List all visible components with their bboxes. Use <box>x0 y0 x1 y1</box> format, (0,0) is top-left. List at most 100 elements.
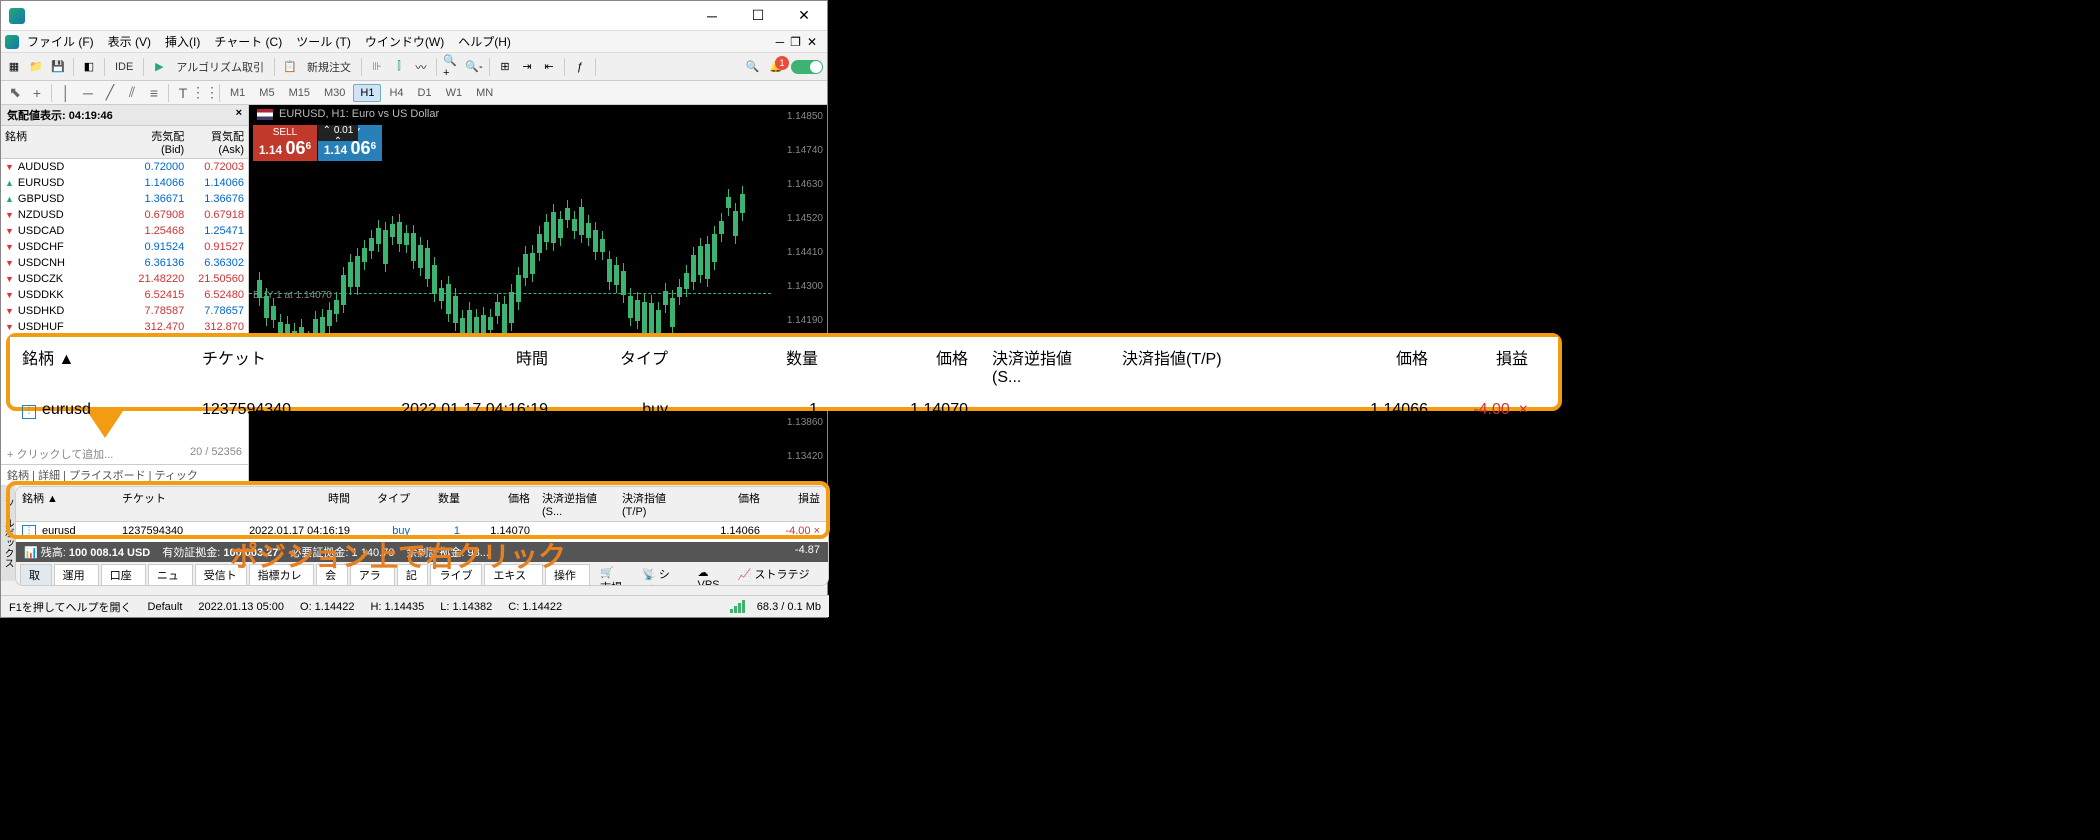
tab-exposure[interactable]: 運用比率 <box>54 564 99 586</box>
chart-flag-icon <box>257 109 273 120</box>
algo-trading-button[interactable]: アルゴリズム取引 <box>172 57 268 77</box>
profile-name[interactable]: Default <box>148 601 183 613</box>
app-window: ─ ☐ ✕ ファイル (F) 表示 (V) 挿入(I) チャート (C) ツール… <box>0 0 828 618</box>
mw-row-gbpusd[interactable]: ▲ GBPUSD1.366711.36676 <box>1 191 248 207</box>
tf-h1[interactable]: H1 <box>353 84 381 102</box>
tab-vps[interactable]: VPS <box>698 579 720 586</box>
annotation-text: ポジション上で右クリック <box>230 535 566 575</box>
price-tick: 1.14520 <box>787 213 823 224</box>
tf-d1[interactable]: D1 <box>412 85 438 101</box>
menu-tools[interactable]: ツール (T) <box>290 31 357 52</box>
tb-col-price2[interactable]: 価格 <box>696 487 766 521</box>
menu-help[interactable]: ヘルプ(H) <box>452 31 517 52</box>
mw-row-usdhkd[interactable]: ▼ USDHKD7.785877.78657 <box>1 303 248 319</box>
cb-col-sl: 決済逆指値(S... <box>980 337 1110 395</box>
mdi-restore-icon[interactable]: ❐ <box>790 35 801 49</box>
menu-chart[interactable]: チャート (C) <box>208 31 288 52</box>
cb-col-price2: 価格 <box>1260 337 1440 395</box>
indicators-icon[interactable]: ƒ <box>571 58 589 76</box>
mw-row-usdczk[interactable]: ▼ USDCZK21.4822021.50560 <box>1 271 248 287</box>
fibo-icon[interactable]: ≡ <box>144 83 164 103</box>
position-icon: ⫶ <box>22 525 36 539</box>
menu-insert[interactable]: 挿入(I) <box>159 31 206 52</box>
tab-trade[interactable]: 取引 <box>20 564 52 586</box>
grid-icon[interactable]: ⊞ <box>496 58 514 76</box>
close-button[interactable]: ✕ <box>781 1 827 31</box>
folder-icon[interactable]: 📁 <box>27 58 45 76</box>
tab-history[interactable]: 口座履歴 <box>101 564 146 586</box>
cursor-icon[interactable]: ⬉ <box>5 83 25 103</box>
tb-col-sl[interactable]: 決済逆指値(S... <box>536 487 616 521</box>
status-low: L: 1.14382 <box>440 601 492 613</box>
tb-col-volume[interactable]: 数量 <box>416 487 466 521</box>
mw-col-bid[interactable]: 売気配(Bid) <box>128 126 188 158</box>
tb-col-pl[interactable]: 損益 <box>766 487 826 521</box>
zoom-in-icon[interactable]: 🔍+ <box>443 58 461 76</box>
ide-button[interactable]: IDE <box>111 59 137 75</box>
tf-m1[interactable]: M1 <box>224 85 251 101</box>
save-icon[interactable]: 💾 <box>49 58 67 76</box>
bar-chart-icon[interactable]: ⊪ <box>368 58 386 76</box>
connection-toggle[interactable] <box>791 60 823 74</box>
menu-view[interactable]: 表示 (V) <box>102 31 157 52</box>
mw-col-ask[interactable]: 買気配(Ask) <box>188 126 248 158</box>
tb-col-time[interactable]: 時間 <box>216 487 356 521</box>
vertical-line-icon[interactable]: │ <box>56 83 76 103</box>
menu-file[interactable]: ファイル (F) <box>21 31 100 52</box>
mdi-close-icon[interactable]: ✕ <box>807 35 817 49</box>
tab-signals[interactable]: シグナル <box>642 569 675 586</box>
mw-add-symbol[interactable]: + クリックして追加... <box>7 446 113 462</box>
cb-col-tp: 決済指値(T/P) <box>1110 337 1260 395</box>
mw-row-usddkk[interactable]: ▼ USDDKK6.524156.52480 <box>1 287 248 303</box>
mdi-minimize-icon[interactable]: ─ <box>776 35 785 49</box>
search-icon[interactable]: 🔍 <box>743 58 761 76</box>
minimize-button[interactable]: ─ <box>689 1 735 31</box>
trendline-icon[interactable]: ╱ <box>100 83 120 103</box>
maximize-button[interactable]: ☐ <box>735 1 781 31</box>
tb-col-symbol[interactable]: 銘柄 ▲ <box>16 487 116 521</box>
shift-icon[interactable]: ⇤ <box>540 58 558 76</box>
tf-m5[interactable]: M5 <box>253 85 280 101</box>
new-order-button[interactable]: 新規注文 <box>303 57 355 77</box>
data-window-icon[interactable]: ◧ <box>80 58 98 76</box>
tab-tester[interactable]: ストラテジーテスター <box>738 569 810 586</box>
tf-h4[interactable]: H4 <box>383 85 409 101</box>
tb-col-type[interactable]: タイプ <box>356 487 416 521</box>
crosshair-icon[interactable]: + <box>27 83 47 103</box>
auto-scroll-icon[interactable]: ⇥ <box>518 58 536 76</box>
tf-m15[interactable]: M15 <box>283 85 316 101</box>
cb-position-row[interactable]: ⫶eurusd 1237594340 2022.01.17 04:16:19 b… <box>10 395 1558 425</box>
mw-row-eurusd[interactable]: ▲ EURUSD1.140661.14066 <box>1 175 248 191</box>
timeframe-toolbar: ⬉ + │ ─ ╱ ⫽ ≡ T ⋮⋮ M1 M5 M15 M30 H1 H4 D… <box>1 81 827 105</box>
channel-icon[interactable]: ⫽ <box>122 83 142 103</box>
tab-news[interactable]: ニュース <box>148 564 193 586</box>
zoom-out-icon[interactable]: 🔍- <box>465 58 483 76</box>
mw-col-symbol[interactable]: 銘柄 <box>1 126 128 158</box>
price-tick: 1.14300 <box>787 281 823 292</box>
new-chart-icon[interactable]: ▦ <box>5 58 23 76</box>
text-icon[interactable]: T <box>173 83 193 103</box>
candle-chart-icon[interactable]: ⫿ <box>390 58 408 76</box>
tf-m30[interactable]: M30 <box>318 85 351 101</box>
menu-window[interactable]: ウインドウ(W) <box>359 31 450 52</box>
mw-row-usdcad[interactable]: ▼ USDCAD1.254681.25471 <box>1 223 248 239</box>
tb-col-tp[interactable]: 決済指値(T/P) <box>616 487 696 521</box>
notification-bell[interactable]: 🔔1 <box>769 60 783 73</box>
tb-col-price[interactable]: 価格 <box>466 487 536 521</box>
mw-row-audusd[interactable]: ▼ AUDUSD0.720000.72003 <box>1 159 248 175</box>
line-chart-icon[interactable]: 〰 <box>412 58 430 76</box>
tf-mn[interactable]: MN <box>470 85 499 101</box>
tb-col-ticket[interactable]: チケット <box>116 487 216 521</box>
mw-row-usdcnh[interactable]: ▼ USDCNH6.361366.36302 <box>1 255 248 271</box>
market-watch-close-icon[interactable]: × <box>236 107 242 123</box>
one-click-volume[interactable]: ⌃ 0.01 ⌃ <box>318 125 358 141</box>
objects-icon[interactable]: ⋮⋮ <box>195 83 215 103</box>
chart-area[interactable]: EURUSD, H1: Euro vs US Dollar SELL 1.14 … <box>249 105 827 485</box>
horizontal-line-icon[interactable]: ─ <box>78 83 98 103</box>
tf-w1[interactable]: W1 <box>440 85 469 101</box>
mw-row-usdchf[interactable]: ▼ USDCHF0.915240.91527 <box>1 239 248 255</box>
mw-row-nzdusd[interactable]: ▼ NZDUSD0.679080.67918 <box>1 207 248 223</box>
chart-canvas[interactable] <box>249 163 771 485</box>
tab-market[interactable]: 市場 <box>600 582 622 586</box>
one-click-sell[interactable]: SELL 1.14 066 <box>253 125 317 161</box>
